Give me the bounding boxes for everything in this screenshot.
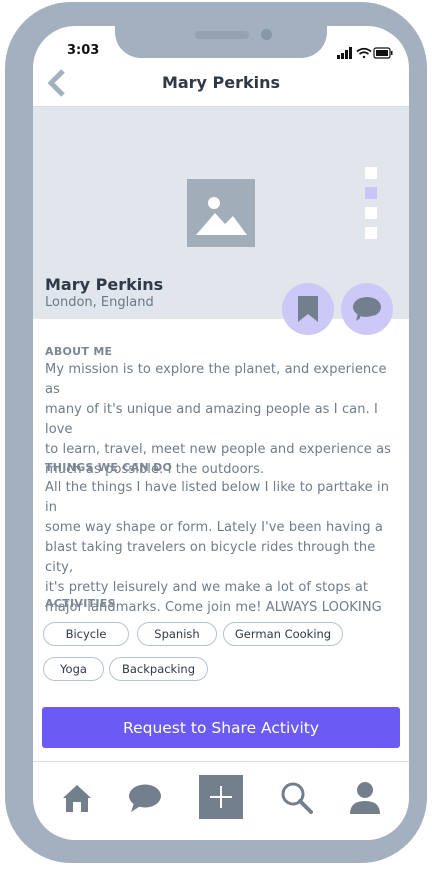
- profile-name: Mary Perkins: [45, 275, 164, 294]
- activity-chip-backpacking[interactable]: Backpacking: [109, 657, 208, 681]
- tab-search[interactable]: [277, 778, 317, 818]
- about-line: to learn, travel, meet new people and ex…: [45, 442, 392, 457]
- carousel-dot[interactable]: [365, 167, 377, 179]
- wifi-icon: [356, 47, 372, 59]
- things-line: All the things I have listed below I lik…: [45, 480, 390, 515]
- activity-chip-bicycle[interactable]: Bicycle: [43, 622, 129, 646]
- bookmark-icon: [298, 296, 318, 322]
- profile-icon: [350, 782, 380, 814]
- search-icon: [281, 782, 313, 814]
- carousel-dot[interactable]: [365, 227, 377, 239]
- activity-chip-yoga[interactable]: Yoga: [43, 657, 104, 681]
- camera: [261, 29, 272, 40]
- home-icon: [63, 785, 91, 812]
- things-line: some way shape or form. Lately I've been…: [45, 520, 383, 535]
- add-icon: [210, 786, 232, 808]
- speaker: [195, 31, 249, 39]
- things-label: THINGS WE CAN DO: [45, 461, 173, 474]
- carousel-dot[interactable]: [365, 207, 377, 219]
- nav-header: Mary Perkins: [33, 58, 409, 107]
- status-time: 3:03: [67, 43, 100, 58]
- bookmark-button[interactable]: [282, 283, 334, 335]
- activities-label: ACTIVITIES: [45, 597, 116, 610]
- battery-icon: [373, 47, 393, 59]
- about-label: ABOUT ME: [45, 345, 113, 358]
- carousel-indicator: [365, 167, 377, 247]
- notch: [115, 26, 327, 58]
- about-line: My mission is to explore the planet, and…: [45, 362, 387, 397]
- about-line: many of it's unique and amazing people a…: [45, 402, 378, 437]
- message-button[interactable]: [341, 283, 393, 335]
- things-line: it's pretty leisurely and we make a lot …: [45, 580, 369, 595]
- profile-location: London, England: [45, 295, 154, 310]
- tab-add[interactable]: [199, 775, 243, 819]
- screen: 3:03 Mary Perkins Mary Perkins London, E…: [33, 26, 409, 840]
- chat-bubble-icon: [353, 297, 381, 321]
- carousel-dot-active[interactable]: [365, 187, 377, 199]
- tab-bar: [33, 761, 409, 840]
- activity-chip-german-cooking[interactable]: German Cooking: [223, 622, 343, 646]
- request-activity-button[interactable]: Request to Share Activity: [42, 707, 400, 748]
- things-line: blast taking travelers on bicycle rides …: [45, 540, 376, 575]
- phone-frame: 3:03 Mary Perkins Mary Perkins London, E…: [5, 2, 427, 863]
- tab-profile[interactable]: [345, 778, 385, 818]
- tab-messages[interactable]: [125, 778, 165, 818]
- page-title: Mary Perkins: [161, 73, 281, 92]
- image-placeholder-icon: [187, 179, 255, 247]
- activity-chip-spanish[interactable]: Spanish: [137, 622, 217, 646]
- tab-home[interactable]: [57, 778, 97, 818]
- chat-icon: [129, 784, 161, 812]
